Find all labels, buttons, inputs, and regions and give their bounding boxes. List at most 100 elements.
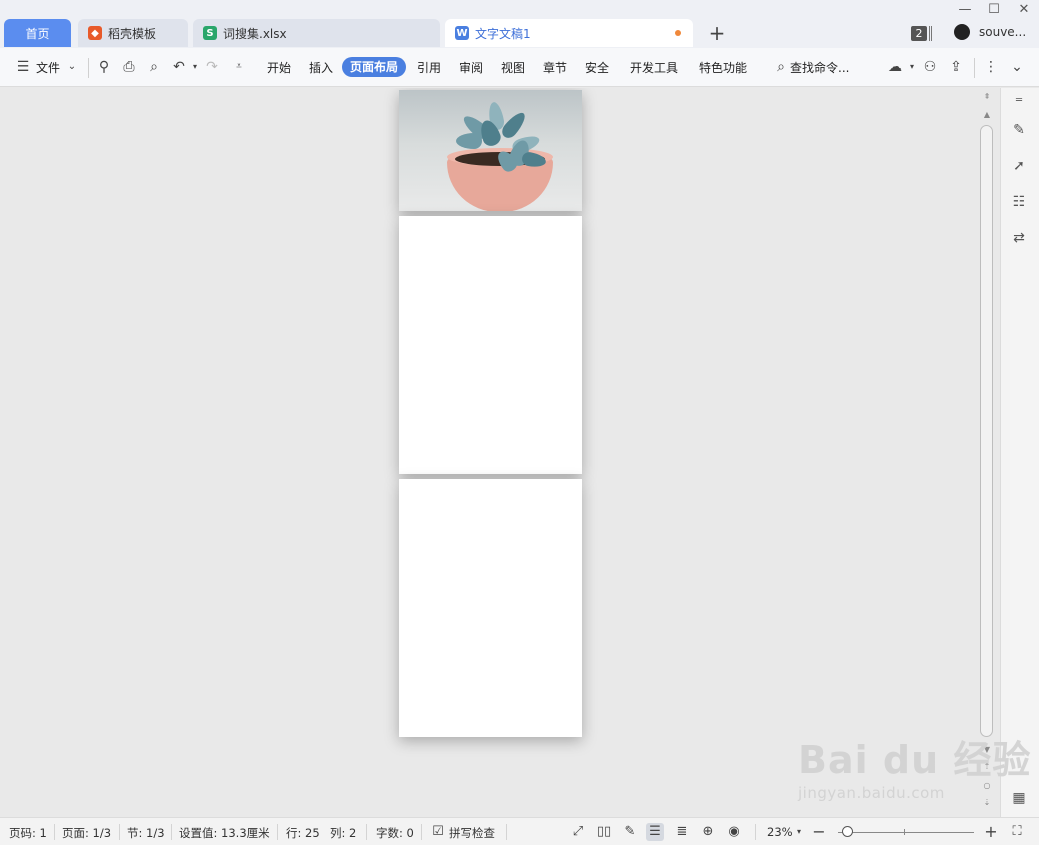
- status-row[interactable]: 行: 25: [286, 825, 320, 841]
- avatar: [954, 24, 970, 40]
- unsaved-dot: [675, 30, 681, 36]
- document-page-2[interactable]: [399, 216, 582, 474]
- translate-icon[interactable]: ⇄: [1010, 229, 1028, 247]
- user-name: souve...: [979, 25, 1027, 39]
- vertical-scrollbar[interactable]: [980, 125, 993, 737]
- cloud-sync-icon[interactable]: ☁: [886, 58, 904, 76]
- more-quick-icon[interactable]: ⩡: [230, 58, 248, 76]
- watermark-main: Bai du 经验: [798, 738, 1032, 782]
- tab-document[interactable]: W 文字文稿1: [445, 19, 693, 47]
- web-view-icon[interactable]: ⊕: [699, 823, 717, 841]
- daoke-icon: ◆: [88, 26, 102, 40]
- new-tab-button[interactable]: +: [707, 22, 727, 44]
- fit-window-icon[interactable]: ⛶: [1008, 823, 1026, 841]
- outline-view-icon[interactable]: ≣: [673, 823, 691, 841]
- user-account[interactable]: souve...: [954, 24, 1026, 40]
- document-page-1[interactable]: [399, 90, 582, 211]
- menu-features[interactable]: 特色功能: [699, 59, 747, 77]
- zoom-slider-handle[interactable]: [842, 826, 853, 837]
- sidebar-handle-icon[interactable]: ═: [1010, 92, 1028, 110]
- right-sidebar: ═ ✎ ➚ ☷ ⇄ ▦: [1000, 88, 1039, 817]
- window-count-badge[interactable]: 2: [911, 26, 927, 41]
- tab-spreadsheet[interactable]: S 词搜集.xlsx: [193, 19, 440, 47]
- window-switch-icon: [929, 26, 932, 41]
- zoom-level[interactable]: 23%: [767, 825, 793, 839]
- menu-security[interactable]: 安全: [585, 59, 609, 77]
- document-page-3[interactable]: [399, 479, 582, 737]
- divider: [366, 824, 367, 840]
- title-bar: — ☐ ✕ 首页 ◆ 稻壳模板 S 词搜集.xlsx W 文字文稿1 + 2 s…: [0, 0, 1039, 48]
- menu-view[interactable]: 视图: [501, 59, 525, 77]
- divider: [54, 824, 55, 840]
- tab-label: 词搜集.xlsx: [223, 26, 287, 41]
- zoom-slider[interactable]: [838, 832, 974, 833]
- spell-check-icon[interactable]: ☑: [429, 823, 447, 841]
- redo-icon[interactable]: ↷: [203, 58, 221, 76]
- edit-mode-icon[interactable]: ✎: [621, 823, 639, 841]
- document-workspace[interactable]: [0, 88, 1000, 817]
- format-painter-icon[interactable]: ⚲: [95, 58, 113, 76]
- status-pages[interactable]: 页面: 1/3: [62, 825, 111, 841]
- divider: [277, 824, 278, 840]
- collaborate-icon[interactable]: ⚇: [921, 58, 939, 76]
- scroll-top-icon[interactable]: ⇞: [983, 92, 991, 101]
- menu-icon: ☰: [16, 59, 30, 75]
- share-icon[interactable]: ⇪: [947, 58, 965, 76]
- status-setting[interactable]: 设置值: 13.3厘米: [179, 825, 270, 841]
- tab-home[interactable]: 首页: [4, 19, 71, 47]
- menu-review[interactable]: 审阅: [459, 59, 483, 77]
- search-icon[interactable]: ⌕: [772, 58, 790, 76]
- zoom-dropdown-icon[interactable]: ▾: [790, 823, 808, 841]
- status-page-number[interactable]: 页码: 1: [9, 825, 47, 841]
- writer-icon: W: [455, 26, 469, 40]
- tab-daoke-templates[interactable]: ◆ 稻壳模板: [78, 19, 188, 47]
- divider: [755, 824, 756, 840]
- divider: [171, 824, 172, 840]
- ribbon-toolbar: ☰ 文件 ⌄ ⚲ ⎙ ⌕ ↶ ▾ ↷ ⩡ 开始 插入 页面布局 引用 审阅 视图…: [0, 48, 1039, 87]
- page-view-icon[interactable]: ☰: [646, 823, 664, 841]
- menu-page-layout[interactable]: 页面布局: [342, 57, 407, 77]
- collapse-ribbon-icon[interactable]: ⌄: [1008, 58, 1026, 76]
- zoom-out-icon[interactable]: −: [810, 823, 828, 841]
- zoom-in-icon[interactable]: +: [982, 823, 1000, 841]
- edit-icon[interactable]: ✎: [1010, 121, 1028, 139]
- command-search[interactable]: 查找命令...: [790, 59, 849, 77]
- spreadsheet-icon: S: [203, 26, 217, 40]
- menu-insert[interactable]: 插入: [309, 59, 333, 77]
- read-mode-icon[interactable]: ▯▯: [595, 823, 613, 841]
- status-column[interactable]: 列: 2: [330, 825, 356, 841]
- tab-label: 首页: [25, 26, 50, 41]
- divider: [88, 58, 89, 78]
- scroll-up-icon[interactable]: ▲: [983, 110, 991, 119]
- maximize-button[interactable]: ☐: [987, 2, 1001, 17]
- more-options-icon[interactable]: ⋮: [982, 58, 1000, 76]
- file-menu[interactable]: 文件: [36, 59, 60, 77]
- chevron-down-icon[interactable]: ⌄: [63, 58, 81, 76]
- divider: [974, 58, 975, 78]
- divider: [421, 824, 422, 840]
- eye-protection-icon[interactable]: ◉: [725, 823, 743, 841]
- status-section[interactable]: 节: 1/3: [127, 825, 165, 841]
- menu-references[interactable]: 引用: [417, 59, 441, 77]
- minimize-button[interactable]: —: [958, 2, 972, 17]
- cloud-dropdown-icon[interactable]: ▾: [903, 58, 921, 76]
- print-icon[interactable]: ⎙: [120, 58, 138, 76]
- menu-developer[interactable]: 开发工具: [630, 59, 678, 77]
- undo-dropdown-icon[interactable]: ▾: [186, 58, 204, 76]
- tab-label: 文字文稿1: [475, 26, 531, 41]
- status-word-count[interactable]: 字数: 0: [376, 825, 414, 841]
- select-pointer-icon[interactable]: ➚: [1010, 157, 1028, 175]
- close-button[interactable]: ✕: [1017, 2, 1031, 17]
- status-bar: 页码: 1 页面: 1/3 节: 1/3 设置值: 13.3厘米 行: 25 列…: [0, 817, 1039, 845]
- watermark-url: jingyan.baidu.com: [798, 784, 945, 802]
- menu-start[interactable]: 开始: [267, 59, 291, 77]
- leaf: [456, 133, 482, 149]
- fullscreen-icon[interactable]: ⤢: [569, 823, 587, 841]
- spell-check-button[interactable]: 拼写检查: [449, 825, 495, 841]
- baidu-watermark: Bai du 经验 jingyan.baidu.com: [798, 740, 1031, 802]
- adjust-settings-icon[interactable]: ☷: [1010, 193, 1028, 211]
- print-preview-icon[interactable]: ⌕: [145, 58, 163, 76]
- succulent-image[interactable]: [399, 90, 582, 211]
- menu-chapter[interactable]: 章节: [543, 59, 567, 77]
- divider: [506, 824, 507, 840]
